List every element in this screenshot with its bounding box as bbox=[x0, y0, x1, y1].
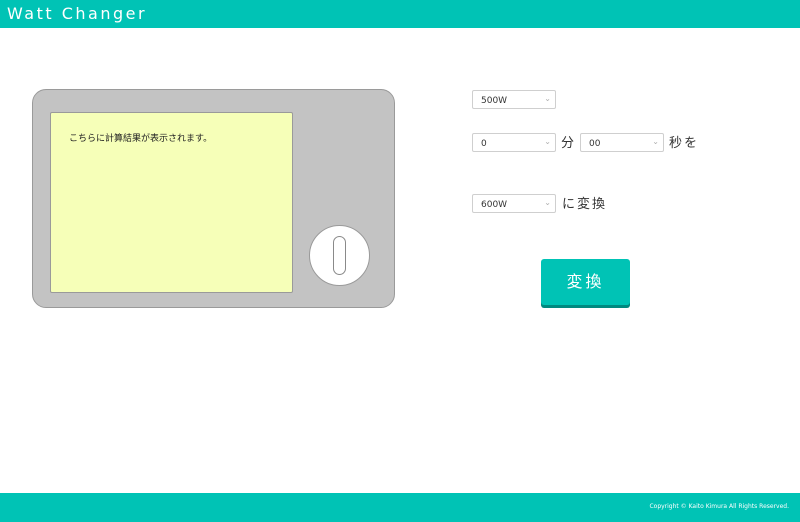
minutes-unit-label: 分 bbox=[561, 136, 577, 151]
chevron-down-icon: ⌄ bbox=[544, 137, 551, 146]
chevron-down-icon: ⌄ bbox=[544, 94, 551, 103]
app-title: Watt Changer bbox=[7, 4, 148, 23]
app-header: Watt Changer bbox=[0, 0, 800, 28]
microwave-knob bbox=[309, 225, 370, 286]
source-watt-select[interactable]: 500W ⌄ bbox=[472, 90, 556, 109]
minutes-select[interactable]: 0 ⌄ bbox=[472, 133, 556, 152]
result-text: こちらに計算結果が表示されます。 bbox=[69, 134, 213, 144]
chevron-down-icon: ⌄ bbox=[544, 198, 551, 207]
target-watt-select[interactable]: 600W ⌄ bbox=[472, 194, 556, 213]
result-display: こちらに計算結果が表示されます。 bbox=[50, 112, 293, 293]
seconds-select[interactable]: 00 ⌄ bbox=[580, 133, 664, 152]
copyright-text: Copyright © Kaito Kimura All Rights Rese… bbox=[649, 503, 789, 510]
app-footer: Copyright © Kaito Kimura All Rights Rese… bbox=[0, 493, 800, 522]
target-suffix-label: に変換 bbox=[562, 197, 608, 212]
knob-handle bbox=[333, 236, 346, 275]
minutes-value: 0 bbox=[481, 139, 487, 149]
source-watt-value: 500W bbox=[481, 96, 508, 106]
target-watt-value: 600W bbox=[481, 200, 508, 210]
microwave-illustration: こちらに計算結果が表示されます。 bbox=[32, 89, 395, 308]
convert-button[interactable]: 変換 bbox=[541, 259, 630, 305]
seconds-value: 00 bbox=[589, 139, 601, 149]
seconds-unit-label: 秒を bbox=[669, 136, 700, 151]
chevron-down-icon: ⌄ bbox=[652, 137, 659, 146]
